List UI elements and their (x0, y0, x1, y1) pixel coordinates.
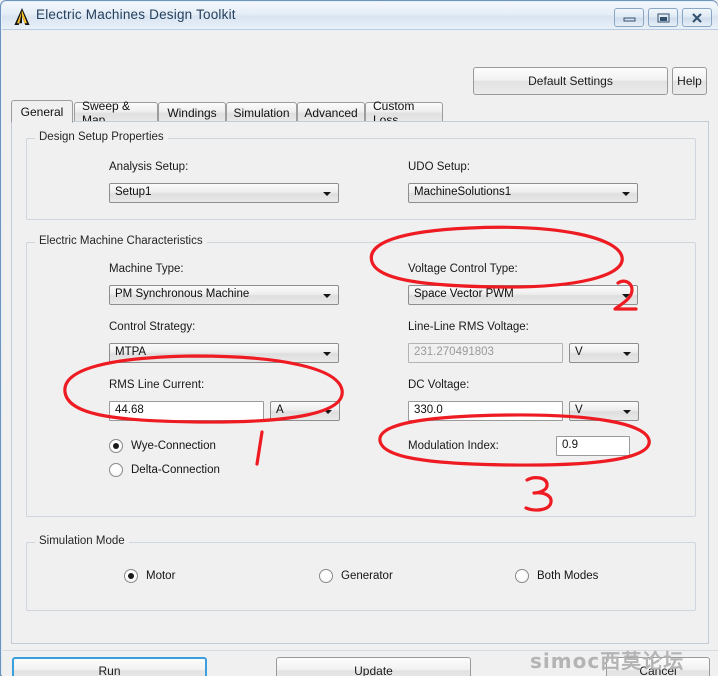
design-setup-properties-group: Design Setup Properties Analysis Setup: … (26, 131, 696, 220)
line-line-rms-voltage-unit-value: V (575, 346, 583, 358)
tab-windings[interactable]: Windings (158, 102, 226, 122)
chevron-down-icon (622, 294, 630, 298)
analysis-setup-label: Analysis Setup: (109, 161, 189, 173)
radio-indicator-icon (515, 569, 529, 583)
close-button[interactable] (682, 8, 712, 27)
minimize-icon (623, 17, 636, 22)
help-button[interactable]: Help (672, 67, 707, 95)
dc-voltage-unit-combo[interactable]: V (569, 401, 639, 421)
title-bar[interactable]: Electric Machines Design Toolkit (2, 2, 718, 30)
radio-wye-connection[interactable]: Wye-Connection (109, 439, 216, 453)
general-tab-panel: Design Setup Properties Analysis Setup: … (11, 121, 709, 644)
tab-general[interactable]: General (11, 100, 73, 123)
ansys-a-logo-icon (13, 7, 31, 26)
rms-line-current-unit-combo[interactable]: A (270, 401, 340, 421)
voltage-control-type-combo[interactable]: Space Vector PWM (408, 285, 638, 305)
minimize-button[interactable] (614, 8, 644, 27)
rms-line-current-input[interactable]: 44.68 (109, 401, 264, 421)
radio-indicator-icon (109, 463, 123, 477)
rms-line-current-label: RMS Line Current: (109, 379, 205, 391)
dc-voltage-label: DC Voltage: (408, 379, 470, 391)
radio-both-modes[interactable]: Both Modes (515, 569, 598, 583)
tab-simulation[interactable]: Simulation (226, 102, 297, 122)
maximize-icon (657, 13, 670, 23)
window-title: Electric Machines Design Toolkit (36, 7, 236, 22)
machine-type-combo[interactable]: PM Synchronous Machine (109, 285, 339, 305)
design-setup-group-title: Design Setup Properties (35, 131, 168, 143)
line-line-rms-voltage-unit-combo[interactable]: V (569, 343, 639, 363)
chevron-down-icon (323, 352, 331, 356)
machine-type-label: Machine Type: (109, 263, 184, 275)
tab-advanced[interactable]: Advanced (297, 102, 365, 122)
chevron-down-icon (623, 352, 631, 356)
run-button[interactable]: Run (12, 657, 207, 676)
udo-setup-label: UDO Setup: (408, 161, 470, 173)
radio-wye-connection-label: Wye-Connection (131, 440, 216, 452)
voltage-control-type-label: Voltage Control Type: (408, 263, 518, 275)
rms-line-current-unit-value: A (276, 404, 284, 416)
simulation-mode-group-title: Simulation Mode (35, 535, 129, 547)
default-settings-button[interactable]: Default Settings (473, 67, 668, 95)
simulation-mode-group: Simulation Mode Motor Generator Both Mod… (26, 535, 696, 611)
radio-delta-connection[interactable]: Delta-Connection (109, 463, 220, 477)
dc-voltage-input[interactable]: 330.0 (408, 401, 563, 421)
site-watermark: simoc西莫论坛 (530, 649, 685, 673)
line-line-rms-voltage-input: 231.270491803 (408, 343, 563, 363)
dc-voltage-unit-value: V (575, 404, 583, 416)
electric-machine-characteristics-group: Electric Machine Characteristics Machine… (26, 235, 696, 517)
chevron-down-icon (622, 192, 630, 196)
analysis-setup-combo[interactable]: Setup1 (109, 183, 339, 203)
maximize-button[interactable] (648, 8, 678, 27)
machine-characteristics-group-title: Electric Machine Characteristics (35, 235, 207, 247)
chevron-down-icon (323, 192, 331, 196)
control-strategy-value: MTPA (115, 346, 147, 358)
udo-setup-combo[interactable]: MachineSolutions1 (408, 183, 638, 203)
modulation-index-label: Modulation Index: (408, 440, 499, 452)
client-area: Default Settings Help General Sweep & Ma… (2, 30, 718, 676)
radio-both-modes-label: Both Modes (537, 570, 599, 582)
radio-indicator-icon (124, 569, 138, 583)
radio-indicator-icon (319, 569, 333, 583)
application-window: Electric Machines Design Toolkit Default… (0, 0, 718, 676)
machine-type-value: PM Synchronous Machine (115, 288, 250, 300)
udo-setup-value: MachineSolutions1 (414, 186, 512, 198)
radio-motor[interactable]: Motor (124, 569, 175, 583)
close-icon (692, 13, 702, 23)
control-strategy-combo[interactable]: MTPA (109, 343, 339, 363)
radio-indicator-icon (109, 439, 123, 453)
tab-sweep-and-map[interactable]: Sweep & Map (74, 99, 158, 127)
chevron-down-icon (323, 294, 331, 298)
window-frame: Electric Machines Design Toolkit Default… (0, 0, 718, 676)
voltage-control-type-value: Space Vector PWM (414, 288, 514, 300)
tab-custom-loss[interactable]: Custom Loss (365, 99, 443, 127)
radio-generator-label: Generator (341, 570, 393, 582)
control-strategy-label: Control Strategy: (109, 321, 196, 333)
analysis-setup-value: Setup1 (115, 186, 152, 198)
tab-bar: General Sweep & Map Windings Simulation … (11, 99, 709, 127)
radio-generator[interactable]: Generator (319, 569, 393, 583)
modulation-index-input[interactable]: 0.9 (556, 436, 630, 456)
radio-motor-label: Motor (146, 570, 176, 582)
chevron-down-icon (324, 410, 332, 414)
update-button[interactable]: Update (276, 657, 471, 676)
line-line-rms-voltage-label: Line-Line RMS Voltage: (408, 321, 529, 333)
radio-delta-connection-label: Delta-Connection (131, 464, 220, 476)
chevron-down-icon (623, 410, 631, 414)
